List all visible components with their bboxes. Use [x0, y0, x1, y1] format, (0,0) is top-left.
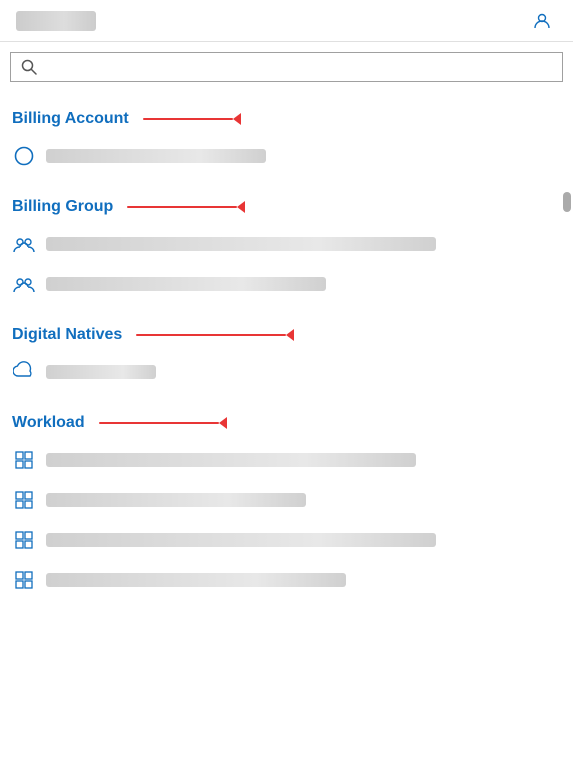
item-bar-workload-0	[46, 453, 416, 467]
group-icon	[12, 232, 36, 256]
circle-icon	[12, 144, 36, 168]
arrow-annotation-digital-natives	[136, 329, 294, 341]
search-input[interactable]	[45, 59, 544, 75]
group-icon	[13, 273, 35, 295]
stack-icon	[13, 529, 35, 551]
group-icon	[13, 233, 35, 255]
person-feedback-icon	[533, 12, 551, 30]
stack-icon	[13, 569, 35, 591]
item-bar-billing-group-1	[46, 277, 326, 291]
header-logo	[16, 11, 96, 31]
header	[0, 0, 573, 42]
item-bar-billing-group-0	[46, 237, 436, 251]
circle-icon	[13, 145, 35, 167]
section-title-workload: Workload	[12, 414, 85, 432]
feedback-button[interactable]	[533, 12, 557, 30]
stack-icon	[13, 489, 35, 511]
search-icon	[21, 59, 37, 75]
section-title-digital-natives: Digital Natives	[12, 326, 122, 344]
cloud-icon	[12, 360, 36, 384]
content-area: Billing Account Billing Group Digital Na…	[0, 92, 573, 620]
section-heading-workload: Workload	[12, 414, 561, 432]
item-bar-workload-2	[46, 533, 436, 547]
section-heading-billing-account: Billing Account	[12, 110, 561, 128]
arrow-annotation-billing-account	[143, 113, 241, 125]
stack-icon	[13, 449, 35, 471]
stack-icon	[12, 528, 36, 552]
section-heading-billing-group: Billing Group	[12, 198, 561, 216]
list-item-workload-2[interactable]	[12, 520, 561, 560]
arrow-annotation-workload	[99, 417, 227, 429]
list-item-workload-1[interactable]	[12, 480, 561, 520]
stack-icon	[12, 448, 36, 472]
stack-icon	[12, 568, 36, 592]
search-bar[interactable]	[10, 52, 563, 82]
list-item-billing-group-0[interactable]	[12, 224, 561, 264]
section-title-billing-account: Billing Account	[12, 110, 129, 128]
list-item-workload-3[interactable]	[12, 560, 561, 600]
cloud-icon	[13, 361, 35, 383]
list-item-digital-natives-0[interactable]	[12, 352, 561, 392]
group-icon	[12, 272, 36, 296]
item-bar-digital-natives-0	[46, 365, 156, 379]
stack-icon	[12, 488, 36, 512]
arrow-annotation-billing-group	[127, 201, 245, 213]
list-item-workload-0[interactable]	[12, 440, 561, 480]
item-bar-workload-1	[46, 493, 306, 507]
item-bar-billing-account-0	[46, 149, 266, 163]
item-bar-workload-3	[46, 573, 346, 587]
section-title-billing-group: Billing Group	[12, 198, 113, 216]
list-item-billing-account-0[interactable]	[12, 136, 561, 176]
section-heading-digital-natives: Digital Natives	[12, 326, 561, 344]
list-item-billing-group-1[interactable]	[12, 264, 561, 304]
